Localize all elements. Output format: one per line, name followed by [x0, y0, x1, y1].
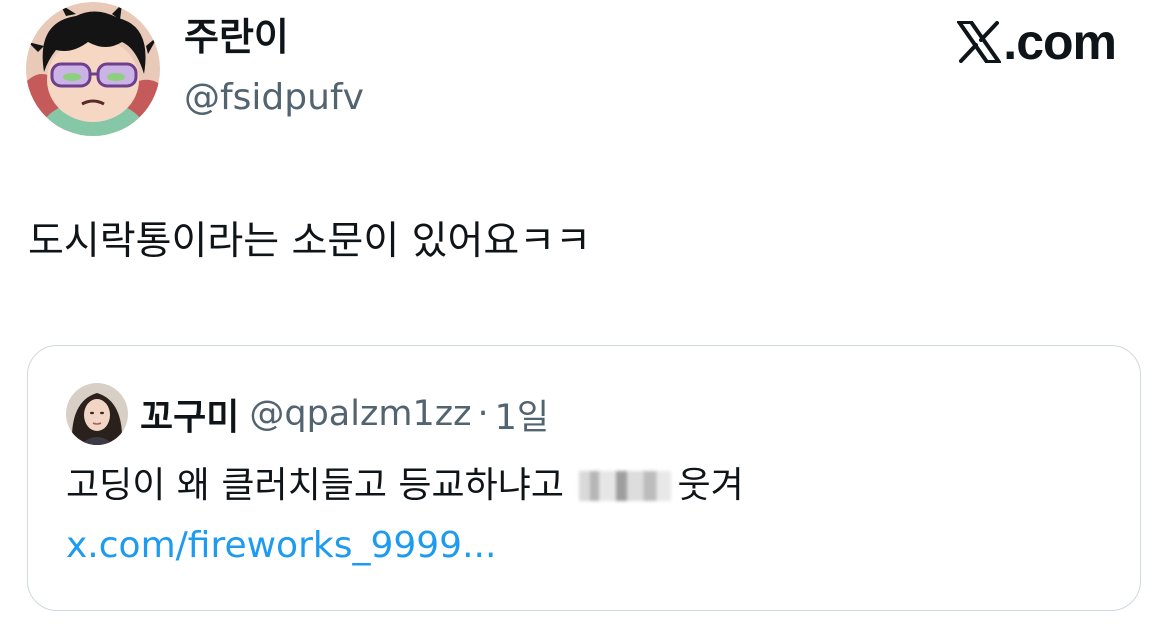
author-handle[interactable]: @fsidpufv	[184, 74, 364, 122]
quoted-author-handle[interactable]: @qpalzm1zz	[249, 394, 471, 434]
censored-text-blur	[579, 471, 672, 501]
tweet-screenshot: 주란이 @fsidpufv .com 도시락통이라는 소문이 있어요ㅋㅋ 꼬구미…	[0, 0, 1170, 639]
author-avatar[interactable]	[26, 2, 160, 136]
profile-photo-icon	[66, 383, 128, 445]
brand-logo: .com	[957, 14, 1117, 70]
brand-label: .com	[1003, 14, 1117, 70]
quoted-text-before: 고딩이 왜 클러치들고 등교하냐고	[66, 465, 565, 506]
x-logo-icon	[957, 21, 1002, 63]
quoted-text-after: 웃겨	[677, 465, 744, 506]
quoted-tweet-text: 고딩이 왜 클러치들고 등교하냐고 웃겨 x.com/fireworks_999…	[66, 456, 1106, 576]
quoted-tweet-card[interactable]: 꼬구미 @qpalzm1zz · 1일 고딩이 왜 클러치들고 등교하냐고 웃겨…	[27, 345, 1141, 611]
tweet-text: 도시락통이라는 소문이 있어요ㅋㅋ	[28, 219, 591, 264]
quoted-tweet-link[interactable]: x.com/fireworks_9999...	[66, 525, 496, 566]
quoted-tweet-time[interactable]: 1일	[495, 389, 549, 440]
author-display-name[interactable]: 주란이	[184, 12, 289, 62]
quoted-author-name[interactable]: 꼬구미	[140, 388, 239, 440]
cartoon-avatar-icon	[26, 2, 160, 136]
quoted-author-avatar[interactable]	[66, 383, 128, 445]
separator-dot: ·	[477, 394, 489, 434]
quoted-tweet-header: 꼬구미 @qpalzm1zz · 1일	[66, 382, 549, 446]
